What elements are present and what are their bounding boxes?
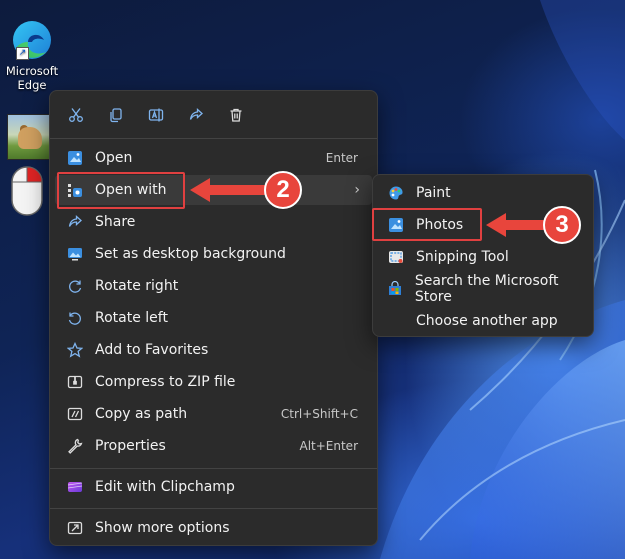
clipchamp-icon bbox=[64, 478, 86, 496]
open-with-submenu: Paint Photos Snipping Tool Search the Mi… bbox=[372, 174, 594, 337]
menu-item-add-to-favorites[interactable]: Add to Favorites bbox=[55, 335, 372, 365]
dog-thumbnail-image bbox=[18, 127, 42, 149]
context-menu: Open Enter Open with › Share Set as desk… bbox=[49, 90, 378, 546]
menu-separator bbox=[50, 508, 377, 509]
snipping-tool-icon bbox=[387, 248, 405, 266]
paint-icon bbox=[387, 184, 405, 202]
menu-item-label: Rotate left bbox=[95, 310, 168, 326]
delete-icon[interactable] bbox=[220, 101, 252, 129]
submenu-item-label: Choose another app bbox=[416, 313, 558, 329]
menu-item-rotate-left[interactable]: Rotate left bbox=[55, 303, 372, 333]
submenu-item-paint[interactable]: Paint bbox=[378, 178, 588, 208]
menu-item-label: Edit with Clipchamp bbox=[95, 479, 235, 495]
rename-icon[interactable] bbox=[140, 101, 172, 129]
menu-item-label: Show more options bbox=[95, 520, 230, 536]
store-icon bbox=[387, 280, 404, 298]
highlight-photos bbox=[372, 208, 482, 241]
wrench-icon bbox=[64, 437, 86, 455]
shortcut-arrow-icon: ↗ bbox=[16, 47, 29, 60]
submenu-item-label: Snipping Tool bbox=[416, 249, 509, 265]
menu-item-label: Share bbox=[95, 214, 136, 230]
copy-path-icon bbox=[64, 405, 86, 423]
more-options-icon bbox=[64, 519, 86, 537]
open-icon bbox=[64, 149, 86, 167]
menu-item-compress-zip[interactable]: Compress to ZIP file bbox=[55, 367, 372, 397]
step-badge-2: 2 bbox=[264, 171, 302, 209]
rotate-left-icon bbox=[64, 309, 86, 327]
menu-separator bbox=[50, 138, 377, 139]
mouse-right-click-icon bbox=[10, 165, 44, 217]
menu-item-shortcut: Alt+Enter bbox=[299, 439, 358, 453]
star-icon bbox=[64, 341, 86, 359]
rotate-right-icon bbox=[64, 277, 86, 295]
menu-item-label: Set as desktop background bbox=[95, 246, 286, 262]
desktop-icon-dog-image[interactable] bbox=[7, 114, 53, 160]
menu-item-properties[interactable]: Properties Alt+Enter bbox=[55, 431, 372, 461]
menu-item-copy-as-path[interactable]: Copy as path Ctrl+Shift+C bbox=[55, 399, 372, 429]
annotation-arrow-2 bbox=[190, 178, 266, 202]
menu-item-rotate-right[interactable]: Rotate right bbox=[55, 271, 372, 301]
menu-separator bbox=[50, 468, 377, 469]
context-toolbar bbox=[60, 101, 252, 129]
share-icon bbox=[64, 213, 86, 231]
menu-item-edit-with-clipchamp[interactable]: Edit with Clipchamp bbox=[55, 472, 372, 502]
edge-label: Microsoft Edge bbox=[5, 64, 59, 92]
submenu-item-label: Paint bbox=[416, 185, 451, 201]
highlight-open-with bbox=[57, 172, 185, 209]
menu-item-open[interactable]: Open Enter bbox=[55, 143, 372, 173]
menu-item-label: Properties bbox=[95, 438, 166, 454]
desktop-background-icon bbox=[64, 245, 86, 263]
menu-item-share[interactable]: Share bbox=[55, 207, 372, 237]
menu-item-shortcut: Enter bbox=[325, 151, 358, 165]
menu-item-show-more-options[interactable]: Show more options bbox=[55, 513, 372, 543]
blank-icon bbox=[387, 312, 405, 330]
menu-item-label: Copy as path bbox=[95, 406, 188, 422]
menu-item-label: Add to Favorites bbox=[95, 342, 209, 358]
share-icon[interactable] bbox=[180, 101, 212, 129]
menu-item-label: Open bbox=[95, 150, 133, 166]
cut-icon[interactable] bbox=[60, 101, 92, 129]
desktop-icon-edge[interactable]: ↗ Microsoft Edge bbox=[0, 18, 64, 92]
submenu-item-search-store[interactable]: Search the Microsoft Store bbox=[378, 273, 588, 305]
zip-icon bbox=[64, 373, 86, 391]
step-badge-3: 3 bbox=[543, 206, 581, 244]
edge-icon: ↗ bbox=[10, 18, 54, 62]
annotation-arrow-3 bbox=[486, 213, 544, 237]
chevron-right-icon: › bbox=[354, 182, 360, 198]
menu-item-label: Rotate right bbox=[95, 278, 179, 294]
menu-item-set-desktop-background[interactable]: Set as desktop background bbox=[55, 239, 372, 269]
menu-item-label: Compress to ZIP file bbox=[95, 374, 236, 390]
submenu-item-snipping-tool[interactable]: Snipping Tool bbox=[378, 242, 588, 272]
submenu-item-label: Search the Microsoft Store bbox=[414, 273, 559, 305]
copy-icon[interactable] bbox=[100, 101, 132, 129]
menu-item-shortcut: Ctrl+Shift+C bbox=[280, 407, 358, 421]
submenu-item-choose-another-app[interactable]: Choose another app bbox=[378, 306, 588, 336]
